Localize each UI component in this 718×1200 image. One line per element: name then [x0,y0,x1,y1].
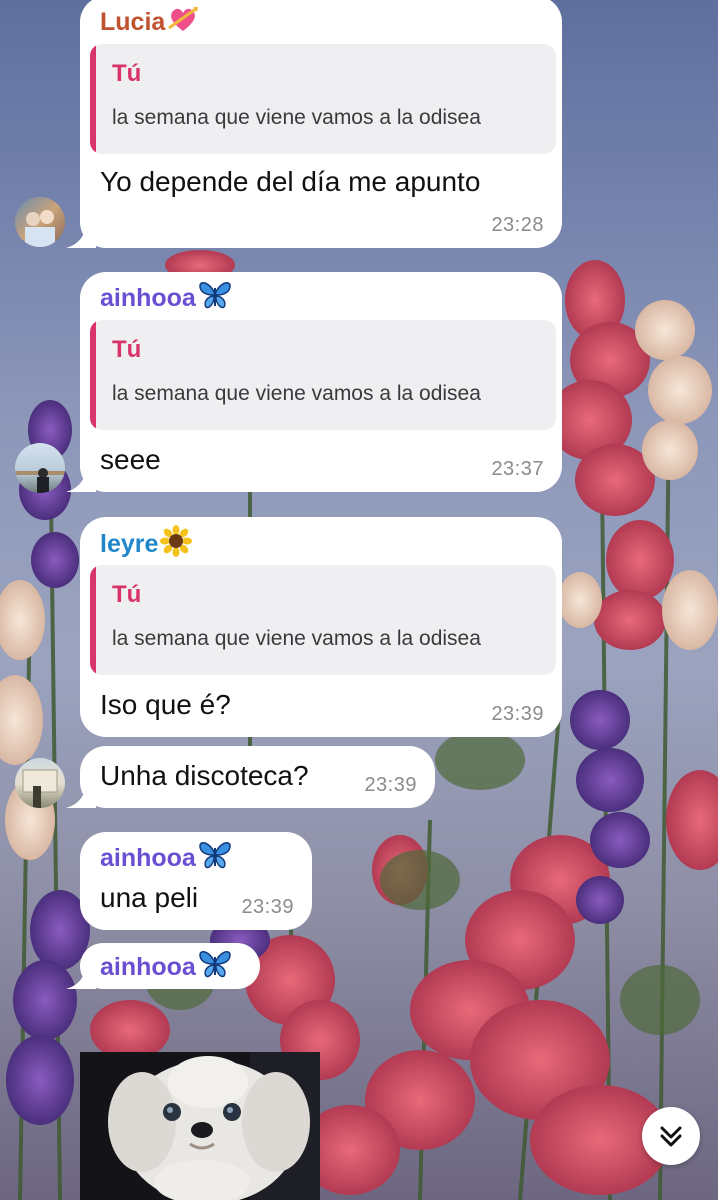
butterfly-icon [198,840,232,877]
heart-with-arrow-icon [167,4,199,41]
quote-text: la semana que viene vamos a la odisea [112,382,481,405]
message-bubble[interactable]: ainhooa Tú la semana que viene vamos a l… [80,272,562,492]
message-text: una peli [100,882,199,913]
butterfly-icon [198,280,232,317]
message-time: 23:28 [491,214,544,236]
quote-accent-bar [90,44,96,154]
scroll-to-bottom-button[interactable] [642,1107,700,1165]
chat-thread: Lucia Tú la semana que viene vamos a la … [0,0,718,1200]
sender-name[interactable]: ainhooa [100,840,232,877]
sender-name-text: Lucia [100,8,166,36]
avatar-leyre[interactable] [15,758,65,808]
reply-quote[interactable]: Tú la semana que viene vamos a la odisea [90,44,556,154]
butterfly-icon [198,949,232,986]
avatar-ainhooa[interactable] [15,443,65,493]
message-text: Yo depende del día me apunto [100,166,481,197]
avatar-photo [15,468,65,493]
sender-name-text: ainhooa [100,953,196,981]
bubble-tail [66,782,96,808]
message-time: 23:39 [241,896,294,918]
bubble-tail [66,963,96,989]
sender-name-text: leyre [100,530,159,558]
sender-name[interactable]: leyre [100,525,193,564]
avatar-photo [22,769,58,808]
message-time: 23:37 [491,458,544,480]
quote-accent-bar [90,565,96,675]
message-bubble[interactable]: ainhooa una peli 23:39 [80,832,312,930]
photo-attachment[interactable] [80,1052,320,1200]
sender-name-text: ainhooa [100,284,196,312]
avatar-lucia[interactable] [15,197,65,247]
message-text: Iso que é? [100,689,231,720]
sunflower-icon [160,525,193,564]
message-bubble[interactable]: Unha discoteca? 23:39 [80,746,435,808]
reply-quote[interactable]: Tú la semana que viene vamos a la odisea [90,565,556,675]
quote-accent-bar [90,320,96,430]
message-bubble[interactable]: Lucia Tú la semana que viene vamos a la … [80,0,562,248]
quote-text: la semana que viene vamos a la odisea [112,106,481,129]
quote-text: la semana que viene vamos a la odisea [112,627,481,650]
message-text: Unha discoteca? [100,760,309,791]
avatar-photo [25,210,55,247]
reply-quote[interactable]: Tú la semana que viene vamos a la odisea [90,320,556,430]
quote-author: Tú [112,581,142,608]
bubble-tail [66,466,96,492]
sender-name[interactable]: Lucia [100,4,199,41]
quote-author: Tú [112,60,142,87]
message-time: 23:39 [364,774,417,796]
sender-name[interactable]: ainhooa [100,949,232,986]
bubble-tail [66,222,96,248]
quote-author: Tú [112,336,142,363]
message-time: 23:39 [491,703,544,725]
double-chevron-down-icon [660,1126,682,1147]
message-bubble[interactable]: ainhooa [80,943,260,989]
sender-name[interactable]: ainhooa [100,280,232,317]
sender-name-text: ainhooa [100,844,196,872]
message-text: seee [100,444,161,475]
message-bubble[interactable]: leyre Tú la semana que viene vamos a la … [80,517,562,737]
dog-photo [80,1052,320,1200]
